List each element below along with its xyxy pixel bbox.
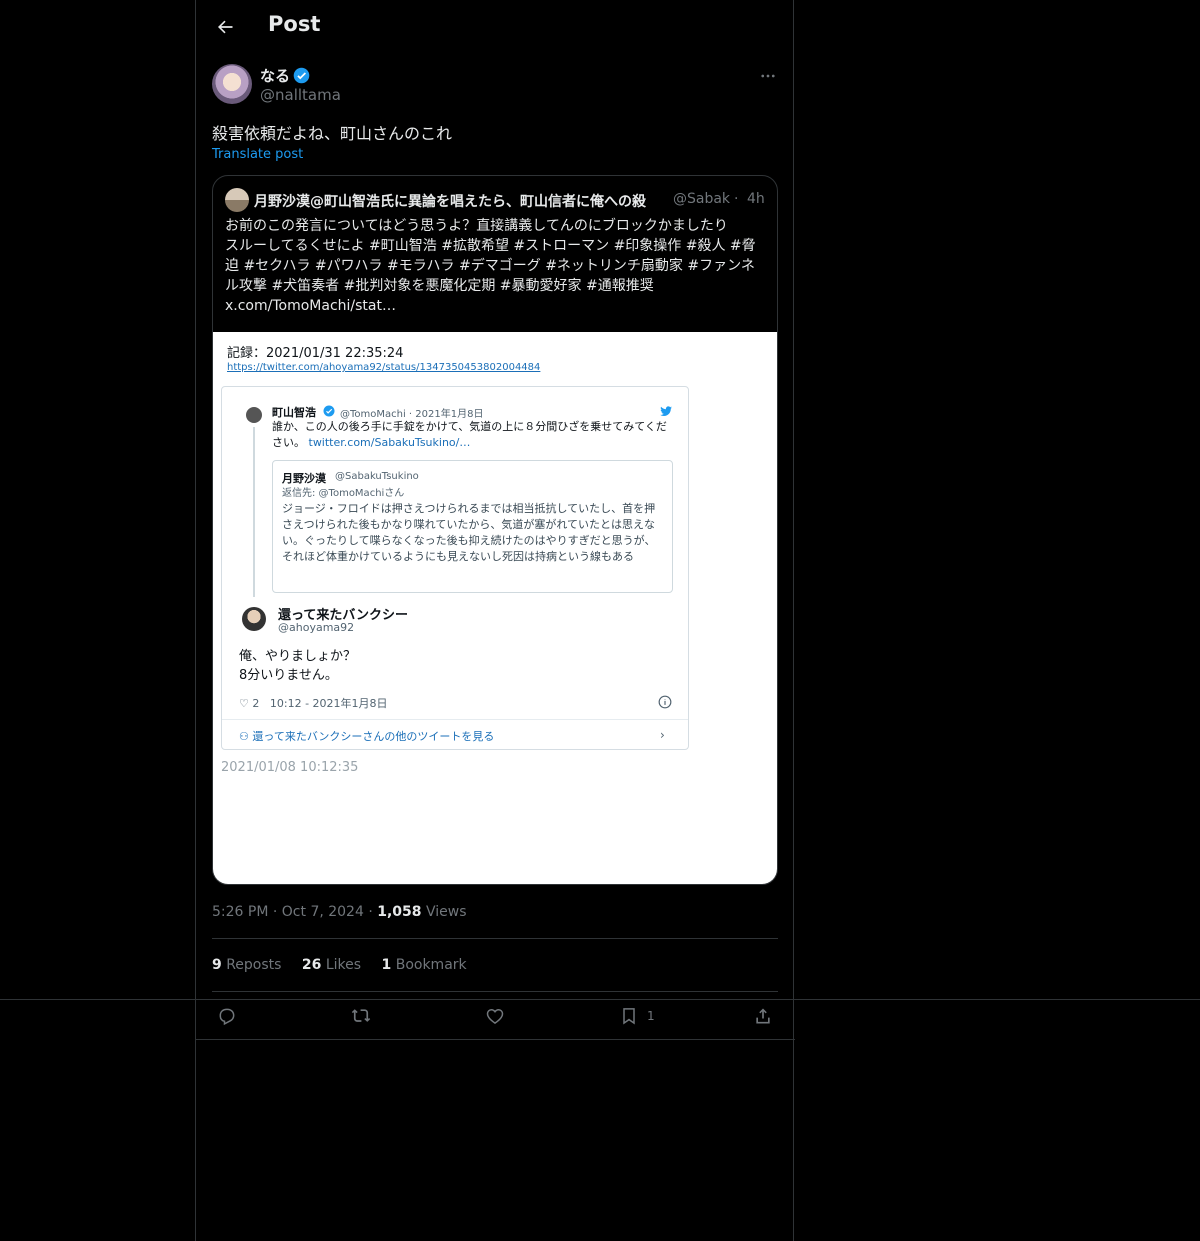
quote-time: 4h xyxy=(747,191,765,207)
reply-avatar xyxy=(242,607,266,631)
divider xyxy=(212,991,778,992)
quote-text-line: お前のこの発言についてはどう思うよ？直接講義してんのにブロックかましたり xyxy=(225,218,728,234)
parent-meta: @TomoMachi · 2021年1月8日 xyxy=(340,409,484,420)
quoted-post[interactable]: 月野沙漠@町山智浩氏に異論を唱えたら、町山信者に俺への殺 @Sabak · 4h… xyxy=(212,175,778,885)
embedded-tweet: 町山智浩 @TomoMachi · 2021年1月8日 誰か、この人の後ろ手に手… xyxy=(221,386,689,750)
thread-line xyxy=(253,427,255,597)
bookmark-icon xyxy=(623,1008,635,1025)
quote-text: お前のこの発言についてはどう思うよ？直接講義してんのにブロックかましたり スルー… xyxy=(225,216,767,316)
chevron-right-icon: › xyxy=(660,728,665,742)
post-text: 殺害依頼だよね、町山さんのこれ xyxy=(212,124,453,143)
nested-text: ジョージ・フロイドは押さえつけられるまでは相当抵抗していたし、首を押さえつけられ… xyxy=(282,502,656,563)
reply-text-line: 俺、やりましょか？ xyxy=(239,649,357,664)
quote-separator: · xyxy=(734,191,739,207)
quote-text-line: 迫 #セクハラ #パワハラ #モラハラ #デマゴーグ #ネットリンチ扇動家 #フ… xyxy=(225,258,755,274)
divider xyxy=(222,719,688,720)
heart-icon: ♡ xyxy=(239,697,249,710)
repost-button[interactable] xyxy=(351,1004,371,1028)
author-display-name[interactable]: なる xyxy=(260,65,290,86)
bookmark-button[interactable]: 1 xyxy=(619,1004,655,1028)
like-button[interactable] xyxy=(485,1004,505,1028)
bookmarks-count: 1 xyxy=(381,957,392,973)
reposts-count: 9 xyxy=(212,957,222,973)
views-count: 1,058 xyxy=(377,904,422,920)
record-title: 記録：2021/01/31 22:35:24 xyxy=(227,346,404,361)
quote-text-line: x.com/TomoMachi/stat… xyxy=(225,298,396,314)
page-header: Post xyxy=(196,0,795,53)
verified-badge-icon xyxy=(293,67,310,84)
primary-column: Post なる @nalltama 殺害依頼だよね、町山さんのこれ Transl… xyxy=(195,0,795,1241)
nested-reply-to: 返信先: @TomoMachiさん xyxy=(282,488,405,499)
nested-quoted-tweet: 月野沙漠 @SabakuTsukino 返信先: @TomoMachiさん ジョ… xyxy=(272,460,673,593)
reposts-label: Reposts xyxy=(226,957,282,973)
reply-handle: @ahoyama92 xyxy=(278,621,355,634)
share-icon xyxy=(756,1008,770,1024)
reply-likes: 2 xyxy=(252,697,260,710)
back-arrow-icon xyxy=(218,20,233,34)
likes-count: 26 xyxy=(301,957,322,973)
twitter-bird-icon xyxy=(660,406,672,416)
quote-text-line: ル攻撃 #犬笛奏者 #批判対象を悪魔化定期 #暴動愛好家 #通報推奨 xyxy=(225,278,654,294)
nested-handle: @SabakuTsukino xyxy=(335,471,419,482)
bookmark-count: 1 xyxy=(647,1009,655,1023)
parent-link: twitter.com/SabakuTsukino/… xyxy=(308,436,471,449)
bookmarks-stat[interactable]: 1 Bookmark xyxy=(382,957,467,973)
info-icon xyxy=(658,695,672,709)
translate-post-link[interactable]: Translate post xyxy=(212,147,303,162)
page-title: Post xyxy=(268,12,321,36)
post-time[interactable]: 5:26 PM xyxy=(212,904,268,920)
page-divider xyxy=(0,999,1200,1000)
reply-button[interactable] xyxy=(217,1004,237,1028)
reply-text: 俺、やりましょか？ 8分いりません。 xyxy=(239,647,356,685)
repost-icon xyxy=(351,1009,371,1022)
views-label: Views xyxy=(425,904,467,920)
author-avatar[interactable] xyxy=(212,64,252,104)
likes-label: Likes xyxy=(325,957,362,973)
reply-footer: ♡ 2 10:12 - 2021年1月8日 xyxy=(239,695,388,711)
quote-text-line: スルーしてるくせによ #町山智浩 #拡散希望 #ストローマン #印象操作 #殺人… xyxy=(225,238,756,254)
more-button[interactable] xyxy=(756,64,780,88)
post-stats: 9 Reposts 26 Likes 1 Bookmark xyxy=(212,957,483,973)
verified-badge-icon xyxy=(323,405,335,417)
reposts-stat[interactable]: 9 Reposts xyxy=(212,957,281,973)
person-icon: ⚇ xyxy=(239,730,249,743)
quote-media-screenshot[interactable]: 記録：2021/01/31 22:35:24 https://twitter.c… xyxy=(213,332,777,884)
divider xyxy=(212,938,778,939)
more-tweets-link: ⚇ 還って来たバンクシーさんの他のツイートを見る xyxy=(239,728,494,744)
more-icon xyxy=(761,74,775,78)
share-button[interactable] xyxy=(753,1004,773,1028)
quote-handle: @Sabak xyxy=(673,191,731,207)
reply-text-line: 8分いりません。 xyxy=(239,668,338,683)
reply-time: 10:12 - 2021年1月8日 xyxy=(269,697,388,710)
author-handle[interactable]: @nalltama xyxy=(260,86,341,104)
post-timestamp: 5:26 PM · Oct 7, 2024 · 1,058 Views xyxy=(212,904,467,920)
divider xyxy=(196,1039,795,1040)
like-icon xyxy=(486,1008,504,1024)
bookmarks-label: Bookmark xyxy=(395,957,467,973)
parent-text: 誰か、この人の後ろ手に手錠をかけて、気道の上に８分間ひざを乗せてみてください。 … xyxy=(272,419,672,451)
more-tweets-label: 還って来たバンクシーさんの他のツイートを見る xyxy=(252,730,495,743)
quote-avatar xyxy=(225,188,249,212)
reply-icon xyxy=(219,1008,235,1026)
quote-display-name: 月野沙漠@町山智浩氏に異論を唱えたら、町山信者に俺への殺 xyxy=(254,194,646,210)
record-link: https://twitter.com/ahoyama92/status/134… xyxy=(227,362,541,373)
record-date: 2021/01/08 10:12:35 xyxy=(221,760,359,775)
parent-avatar xyxy=(246,407,262,423)
post-date[interactable]: Oct 7, 2024 xyxy=(282,904,364,920)
back-button[interactable] xyxy=(208,10,242,44)
parent-name: 町山智浩 xyxy=(272,406,316,419)
likes-stat[interactable]: 26 Likes xyxy=(302,957,361,973)
